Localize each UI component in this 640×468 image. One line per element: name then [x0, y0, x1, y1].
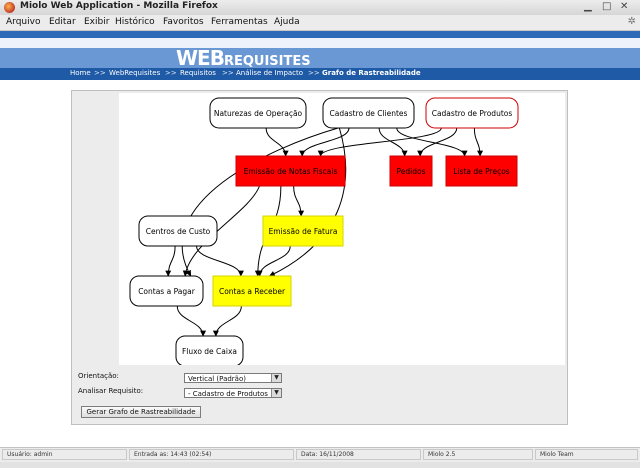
graph-node-receber: Contas a Receber [212, 275, 292, 307]
graph-node-label: Lista de Preços [453, 167, 509, 176]
graph-node-notas: Emissão de Notas Fiscais [235, 155, 346, 187]
requirement-label: Analisar Requisito: [78, 387, 144, 395]
breadcrumb: Home >> WebRequisites >> Requisitos >> A… [0, 68, 640, 80]
orientation-select[interactable]: Vertical (Padrão) ▼ [184, 373, 282, 383]
close-icon[interactable]: ✕ [620, 1, 628, 13]
graph-node-label: Centros de Custo [146, 227, 211, 236]
breadcrumb-current: Grafo de Rastreabilidade [322, 69, 421, 77]
breadcrumb-separator: >> [94, 69, 106, 77]
graph-node-fatura: Emissão de Fatura [262, 215, 344, 247]
orientation-value: Vertical (Padrão) [188, 375, 246, 383]
graph-node-label: Emissão de Notas Fiscais [244, 167, 338, 176]
menu-bar: Arquivo Editar Exibir Histórico Favorito… [0, 15, 640, 31]
menu-ajuda[interactable]: Ajuda [274, 17, 300, 27]
menu-exibir[interactable]: Exibir [84, 17, 109, 27]
graph-edge-custo-pagar [165, 245, 176, 277]
graph-edge-notas-fatura [293, 185, 305, 217]
requirement-value: - Cadastro de Produtos [188, 390, 268, 398]
status-user: Usuário: admin [2, 449, 127, 460]
menu-historico[interactable]: Histórico [115, 17, 155, 27]
breadcrumb-webrequisites[interactable]: WebRequisites [109, 69, 160, 77]
traceability-graph: Naturezas de Operação Cadastro de Cliente… [119, 93, 565, 365]
menu-ferramentas[interactable]: Ferramentas [211, 17, 268, 27]
graph-node-label: Contas a Receber [219, 287, 286, 296]
breadcrumb-analise[interactable]: Análise de Impacto [236, 69, 303, 77]
graph-edge-produtos-pedidos [417, 127, 458, 157]
status-team: Miolo Team [535, 449, 638, 460]
graph-edge-receber-caixa [212, 305, 242, 337]
status-bar: Usuário: admin Entrada as: 14:43 (02:54)… [0, 447, 640, 462]
graph-canvas: Naturezas de Operação Cadastro de Cliente… [129, 97, 519, 365]
graph-node-label: Pedidos [397, 167, 426, 176]
graph-edge-pagar-caixa [176, 305, 207, 337]
graph-edge-produtos-notas [317, 127, 442, 157]
status-date: Data: 16/11/2008 [296, 449, 421, 460]
breadcrumb-home[interactable]: Home [70, 69, 91, 77]
breadcrumb-separator: >> [165, 69, 177, 77]
header-band-light [0, 38, 640, 48]
graph-node-custo: Centros de Custo [138, 215, 218, 247]
requirement-select[interactable]: - Cadastro de Produtos ▼ [184, 388, 282, 398]
graph-node-label: Cadastro de Clientes [330, 109, 408, 118]
header-band-top [0, 31, 640, 38]
graph-node-clientes: Cadastro de Clientes [322, 97, 415, 129]
generate-graph-button[interactable]: Gerar Grafo de Rastreabilidade [81, 406, 201, 418]
graph-edge-produtos-precos [473, 127, 484, 157]
minimize-icon[interactable]: ▁ [584, 1, 592, 13]
chevron-down-icon: ▼ [271, 374, 281, 382]
webrequisites-logo: WEBREQUISITES [176, 46, 311, 70]
graph-edge-naturezas-notas [265, 127, 289, 157]
graph-node-label: Contas a Pagar [138, 287, 196, 296]
graph-node-produtos: Cadastro de Produtos [425, 97, 519, 129]
menu-editar[interactable]: Editar [49, 17, 76, 27]
graph-edge-clientes-receber [268, 127, 347, 277]
graph-edge-clientes-precos [396, 127, 468, 157]
graph-node-label: Fluxo de Caixa [182, 347, 237, 356]
window-bottom-edge [0, 462, 640, 468]
chevron-down-icon: ▼ [271, 389, 281, 397]
status-login-time: Entrada as: 14:43 (02:54) [129, 449, 294, 460]
maximize-icon[interactable]: □ [602, 1, 611, 13]
graph-node-precos: Lista de Preços [445, 155, 518, 187]
breadcrumb-separator: >> [308, 69, 320, 77]
orientation-label: Orientação: [78, 372, 119, 380]
breadcrumb-separator: >> [222, 69, 234, 77]
graph-edge-custo-receber [196, 245, 244, 277]
graph-node-label: Naturezas de Operação [214, 109, 303, 118]
graph-node-naturezas: Naturezas de Operação [209, 97, 307, 129]
breadcrumb-requisitos[interactable]: Requisitos [180, 69, 216, 77]
firefox-icon [4, 2, 15, 13]
window-titlebar: Miolo Web Application - Mozilla Firefox … [0, 0, 640, 16]
window-title: Miolo Web Application - Mozilla Firefox [20, 1, 218, 11]
graph-node-pagar: Contas a Pagar [129, 275, 204, 307]
graph-edge-fatura-receber [256, 245, 291, 277]
status-version: Miolo 2.5 [423, 449, 533, 460]
menu-arquivo[interactable]: Arquivo [6, 17, 40, 27]
header-band-logo [0, 48, 640, 68]
throbber-icon: ✲ [627, 16, 636, 27]
graph-node-caixa: Fluxo de Caixa [175, 335, 244, 365]
graph-node-label: Emissão de Fatura [269, 227, 338, 236]
menu-favoritos[interactable]: Favoritos [163, 17, 204, 27]
graph-node-pedidos: Pedidos [389, 155, 433, 187]
graph-node-label: Cadastro de Produtos [432, 109, 513, 118]
